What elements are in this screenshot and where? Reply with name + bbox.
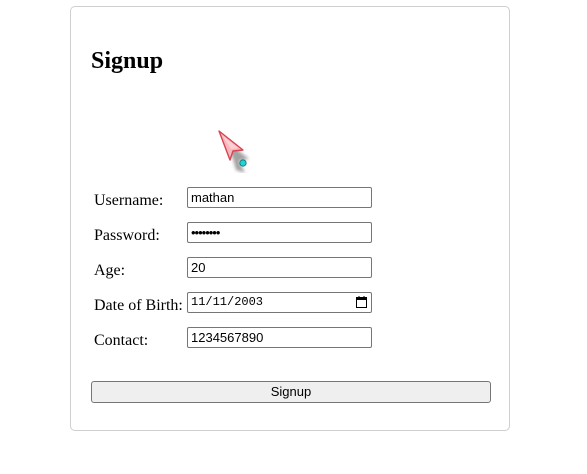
page-title: Signup [91,48,164,74]
password-input[interactable]: •••••••• [187,222,372,243]
age-label: Age: [94,262,126,279]
dob-value: 11/11/2003 [191,295,264,309]
dob-label: Date of Birth: [94,297,183,314]
mouse-pointer-icon [218,130,249,173]
age-input[interactable]: 20 [187,257,372,278]
calendar-icon[interactable] [356,296,367,308]
contact-label: Contact: [94,332,149,349]
contact-input[interactable]: 1234567890 [187,327,372,348]
username-input[interactable]: mathan [187,187,372,208]
username-label: Username: [94,192,164,209]
signup-button[interactable]: Signup [91,381,491,403]
signup-card: Signup Username: mathan Password: ••••••… [70,6,510,431]
dob-input[interactable]: 11/11/2003 [187,292,372,313]
password-label: Password: [94,227,160,244]
